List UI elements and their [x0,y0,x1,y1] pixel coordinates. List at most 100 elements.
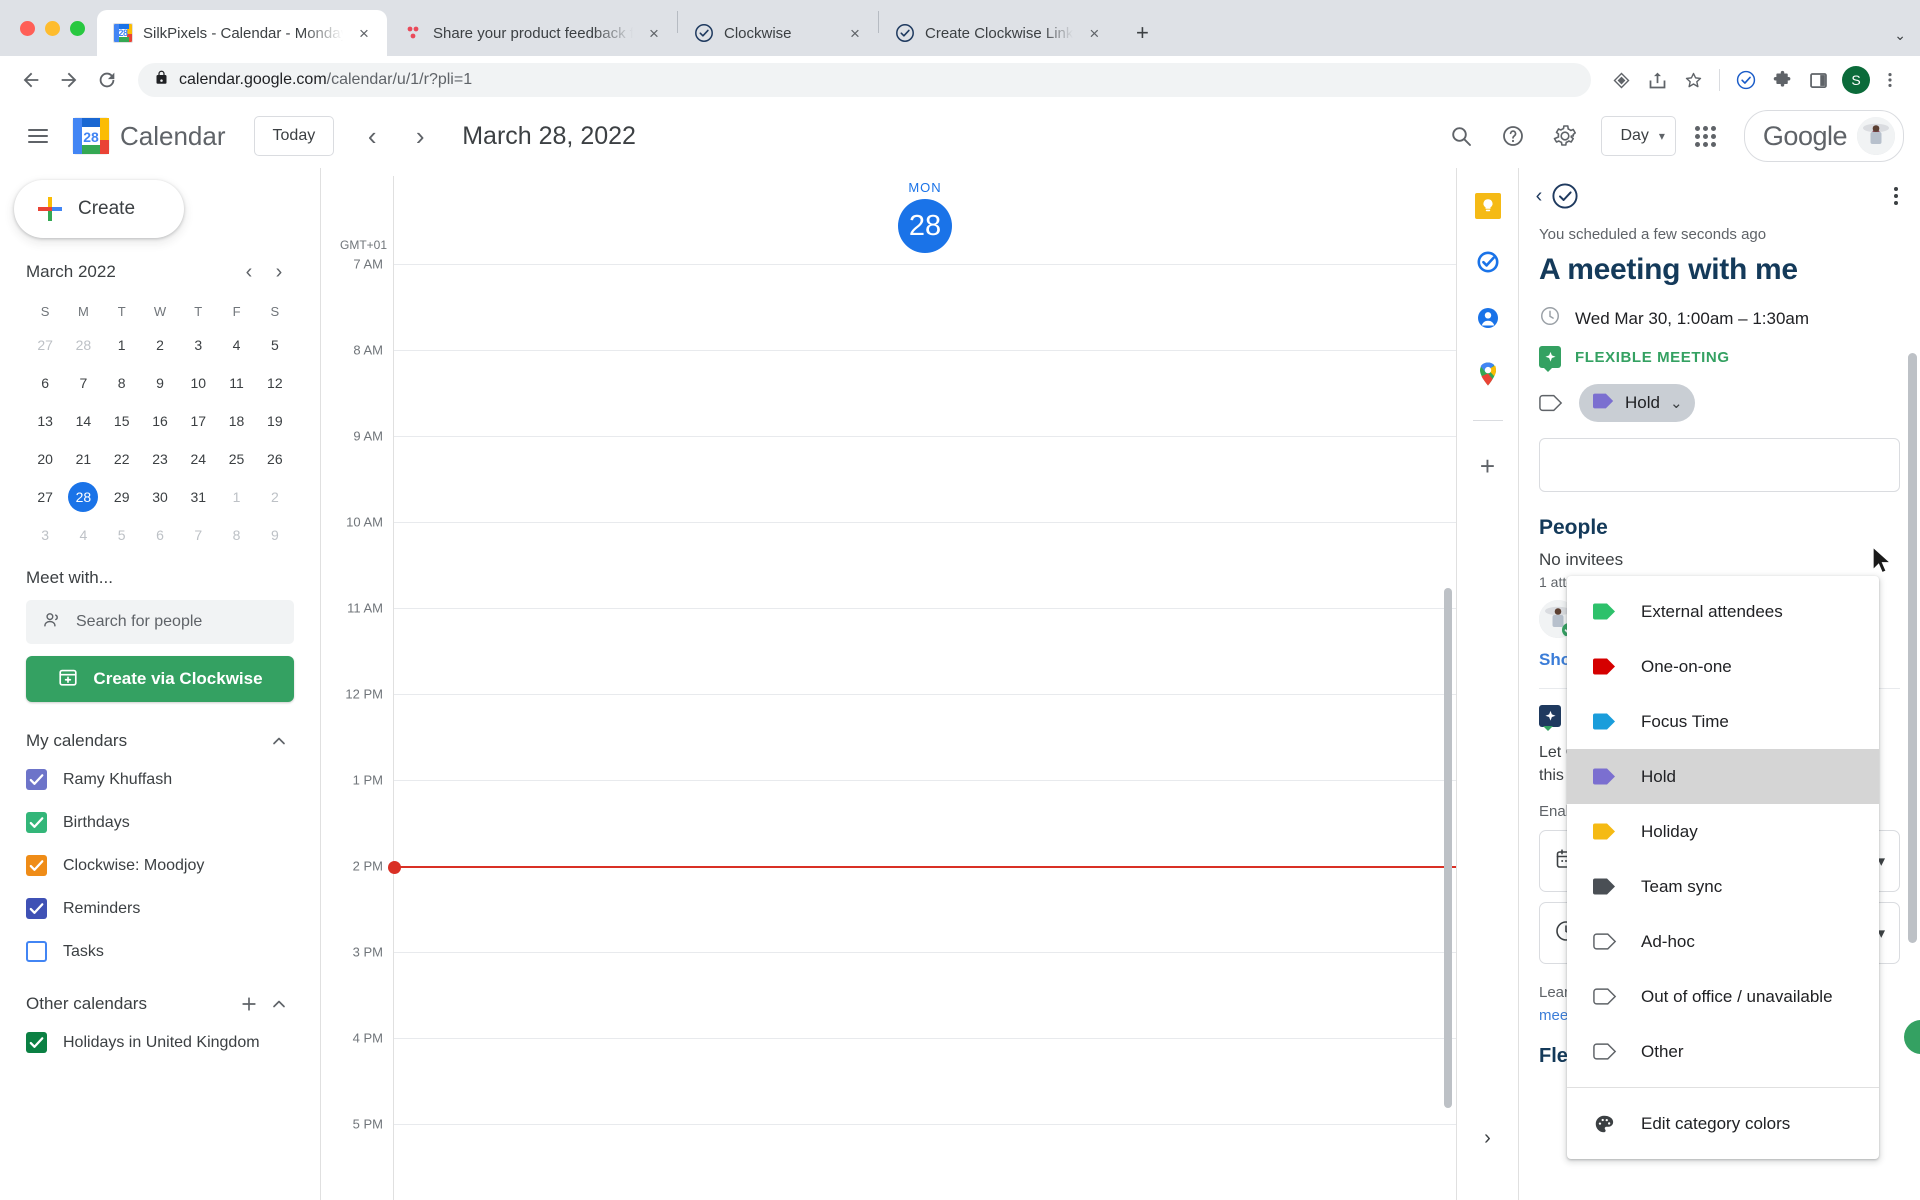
category-menu-item[interactable]: External attendees [1567,584,1879,639]
mini-calendar-day[interactable]: 29 [103,478,141,516]
hamburger-menu-icon[interactable] [16,114,60,158]
mini-calendar-day[interactable]: 9 [256,516,294,554]
mini-calendar-day[interactable]: 8 [103,364,141,402]
mini-calendar-day[interactable]: 8 [217,516,255,554]
day-column-header[interactable]: MON 28 [393,176,1456,258]
close-tab-button[interactable]: × [1083,22,1105,44]
new-tab-button[interactable]: + [1125,16,1159,50]
profile-avatar[interactable]: S [1842,66,1870,94]
browser-tab-feedback[interactable]: Share your product feedback fo × [387,10,677,56]
panel-scrollbar[interactable] [1908,353,1917,943]
category-menu-item[interactable]: Ad-hoc [1567,914,1879,969]
maximize-window-button[interactable] [70,20,85,36]
mini-calendar-day[interactable]: 2 [141,326,179,364]
mini-calendar-day[interactable]: 6 [26,364,64,402]
close-tab-button[interactable]: × [844,22,866,44]
calendar-list-item[interactable]: Tasks [26,930,294,973]
address-bar[interactable]: calendar.google.com/calendar/u/1/r?pli=1 [138,63,1591,97]
mini-calendar-day[interactable]: 14 [64,402,102,440]
extensions-puzzle-icon[interactable] [1766,64,1798,96]
category-menu-item[interactable]: Focus Time [1567,694,1879,749]
mini-calendar-day[interactable]: 4 [64,516,102,554]
mini-calendar-day[interactable]: 9 [141,364,179,402]
mini-calendar-day[interactable]: 30 [141,478,179,516]
mini-calendar-day[interactable]: 16 [141,402,179,440]
my-calendars-header[interactable]: My calendars [26,724,294,758]
calendar-list-item[interactable]: Birthdays [26,801,294,844]
gear-icon[interactable] [1543,114,1587,158]
window-traffic-lights[interactable] [12,0,97,56]
mini-calendar-day[interactable]: 3 [26,516,64,554]
panel-back-button[interactable]: ‹ [1529,185,1549,208]
search-icon[interactable] [1439,114,1483,158]
time-slots-column[interactable] [388,258,1456,1200]
mini-calendar-day[interactable]: 17 [179,402,217,440]
create-button[interactable]: Create [14,180,184,238]
mini-calendar-day[interactable]: 25 [217,440,255,478]
other-calendars-header[interactable]: Other calendars [26,987,294,1021]
view-select[interactable]: Day ▾ [1601,116,1676,156]
browser-tab-clockwise[interactable]: Clockwise × [678,10,878,56]
expand-panel-chevron-right-icon[interactable]: › [1484,1127,1491,1150]
close-window-button[interactable] [20,20,35,36]
mini-calendar-day[interactable]: 28 [64,326,102,364]
calendar-list-item[interactable]: Holidays in United Kingdom [26,1021,294,1064]
bookmark-star-icon[interactable] [1677,64,1709,96]
category-menu-item[interactable]: Team sync [1567,859,1879,914]
mini-calendar-day[interactable]: 19 [256,402,294,440]
help-icon[interactable] [1491,114,1535,158]
search-people-input[interactable]: Search for people [26,600,294,644]
back-icon[interactable] [14,63,48,97]
google-keep-icon[interactable] [1474,192,1502,220]
browser-tab-calendar[interactable]: 28 SilkPixels - Calendar - Monday × [97,10,387,56]
chrome-menu-icon[interactable] [1874,64,1906,96]
category-menu-item[interactable]: Other [1567,1024,1879,1079]
create-via-clockwise-button[interactable]: Create via Clockwise [26,656,294,702]
tab-list-chevron-down-icon[interactable]: ⌄ [1894,27,1906,44]
mini-calendar-day[interactable]: 20 [26,440,64,478]
calendar-checkbox[interactable] [26,898,47,919]
mini-calendar-day[interactable]: 21 [64,440,102,478]
chevron-up-icon[interactable] [264,726,294,756]
mini-calendar-day[interactable]: 1 [217,478,255,516]
grid-scrollbar[interactable] [1444,588,1452,1108]
previous-day-button[interactable]: ‹ [352,116,392,156]
next-day-button[interactable]: › [400,116,440,156]
mini-calendar-day[interactable]: 6 [141,516,179,554]
calendar-list-item[interactable]: Ramy Khuffash [26,758,294,801]
side-panel-icon[interactable] [1802,64,1834,96]
avatar[interactable] [1857,117,1895,155]
mini-calendar-day[interactable]: 23 [141,440,179,478]
calendar-list-item[interactable]: Reminders [26,887,294,930]
mini-calendar-day[interactable]: 15 [103,402,141,440]
mini-calendar-day[interactable]: 28 [64,478,102,516]
category-dropdown-menu[interactable]: External attendees One-on-one Focus Time Ho… [1567,576,1879,1159]
category-menu-item[interactable]: Out of office / unavailable [1567,969,1879,1024]
calendar-brand[interactable]: 28 Calendar [72,117,226,155]
mini-calendar-day[interactable]: 1 [103,326,141,364]
mini-calendar-day[interactable]: 2 [256,478,294,516]
reading-mode-icon[interactable] [1605,64,1637,96]
account-chip[interactable]: Google [1743,110,1904,162]
mini-calendar-day[interactable]: 27 [26,478,64,516]
category-menu-item[interactable]: Hold [1567,749,1879,804]
calendar-checkbox[interactable] [26,855,47,876]
panel-overflow-menu-icon[interactable] [1888,181,1904,211]
calendar-checkbox[interactable] [26,1032,47,1053]
add-app-plus-icon[interactable]: + [1480,453,1495,479]
calendar-checkbox[interactable] [26,769,47,790]
category-menu-item[interactable]: Holiday [1567,804,1879,859]
mini-calendar-next-button[interactable]: › [264,257,294,287]
mini-calendar-day[interactable]: 27 [26,326,64,364]
today-button[interactable]: Today [253,116,335,156]
mini-calendar-day[interactable]: 3 [179,326,217,364]
meeting-notes-field[interactable] [1539,438,1900,492]
google-contacts-icon[interactable] [1474,304,1502,332]
mini-calendar-day[interactable]: 26 [256,440,294,478]
mini-calendar-day[interactable]: 22 [103,440,141,478]
google-tasks-icon[interactable] [1474,248,1502,276]
day-number-badge[interactable]: 28 [898,199,952,253]
close-tab-button[interactable]: × [643,22,665,44]
mini-calendar-day[interactable]: 11 [217,364,255,402]
mini-calendar-day[interactable]: 12 [256,364,294,402]
